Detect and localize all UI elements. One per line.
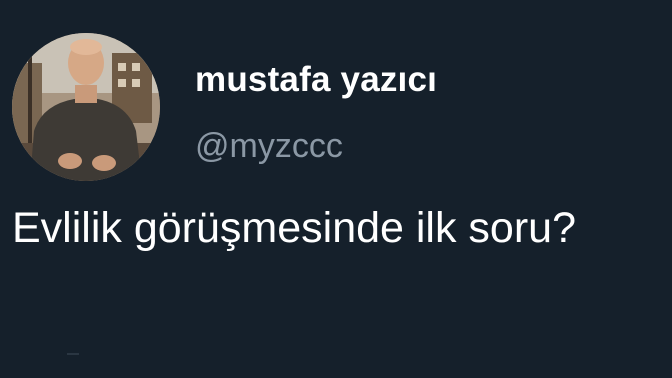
divider bbox=[67, 353, 79, 355]
profile-photo-icon bbox=[12, 33, 160, 181]
avatar[interactable] bbox=[12, 33, 160, 181]
tweet-card: mustafa yazıcı @myzccc Evlilik görüşmesi… bbox=[0, 0, 672, 378]
tweet-text: Evlilik görüşmesinde ilk soru? bbox=[12, 204, 576, 252]
user-handle[interactable]: @myzccc bbox=[195, 125, 343, 167]
display-name[interactable]: mustafa yazıcı bbox=[195, 58, 437, 102]
